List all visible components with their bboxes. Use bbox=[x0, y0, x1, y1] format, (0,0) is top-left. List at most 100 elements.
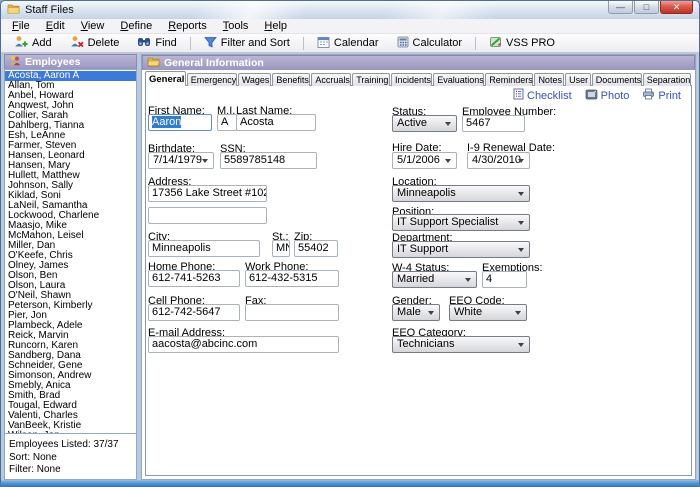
address-line2-field[interactable] bbox=[148, 207, 267, 224]
chevron-down-icon bbox=[465, 278, 471, 282]
chevron-down-icon bbox=[518, 159, 524, 163]
tab[interactable]: Separation bbox=[642, 73, 691, 86]
general-information-title: General Information bbox=[164, 57, 264, 69]
add-button[interactable]: Add bbox=[5, 34, 61, 52]
employee-number-field[interactable]: 5467 bbox=[462, 115, 525, 132]
address-line1-field[interactable]: 17356 Lake Street #102 bbox=[148, 185, 267, 202]
calendar-button[interactable]: Calendar bbox=[308, 34, 388, 52]
print-icon bbox=[642, 88, 655, 103]
delete-button[interactable]: Delete bbox=[61, 34, 129, 52]
tab[interactable]: Reminders bbox=[485, 73, 534, 86]
position-select[interactable]: IT Support Specialist bbox=[392, 214, 530, 231]
title-bar[interactable]: Staff Files — □ ✕ bbox=[1, 1, 699, 19]
toolbar-separator bbox=[189, 36, 191, 50]
birthdate-picker[interactable]: 7/14/1979 bbox=[148, 152, 214, 169]
chevron-down-icon bbox=[428, 311, 434, 315]
vss-pro-label: VSS PRO bbox=[506, 37, 555, 49]
i9-renewal-date-picker[interactable]: 4/30/2010 bbox=[467, 152, 530, 169]
tab[interactable]: Training bbox=[352, 73, 390, 86]
home-phone-field[interactable]: 612-741-5263 bbox=[148, 270, 240, 287]
first-name-field[interactable]: Aaron bbox=[148, 114, 212, 131]
toolbar-separator bbox=[302, 36, 304, 50]
toolbar-separator bbox=[475, 36, 477, 50]
window-controls: — □ ✕ bbox=[607, 1, 693, 14]
tab[interactable]: User bbox=[565, 73, 591, 86]
tab[interactable]: General bbox=[145, 71, 186, 86]
eeo-category-select[interactable]: Technicians bbox=[392, 336, 530, 353]
chevron-down-icon bbox=[518, 343, 524, 347]
chevron-down-icon bbox=[518, 248, 524, 252]
calculator-label: Calculator bbox=[412, 37, 463, 49]
vss-pro-button[interactable]: VSS PRO bbox=[480, 34, 564, 52]
tab[interactable]: Evaluations bbox=[433, 73, 485, 86]
vss-pro-icon bbox=[489, 36, 502, 51]
employee-list: Acosta, Aaron A Allan, Tom Anbel, Howard An… bbox=[4, 69, 137, 434]
checklist-icon bbox=[513, 88, 524, 103]
menu-item[interactable]: Edit bbox=[38, 20, 73, 32]
filter-status: Filter: None bbox=[9, 464, 61, 475]
calendar-label: Calendar bbox=[333, 37, 379, 49]
chevron-down-icon bbox=[445, 122, 451, 126]
find-label: Find bbox=[155, 37, 177, 49]
tab[interactable]: Benefits bbox=[272, 73, 311, 86]
email-field[interactable]: aacosta@abcinc.com bbox=[148, 336, 339, 353]
chevron-down-icon bbox=[202, 159, 208, 163]
tab[interactable]: Accruals bbox=[311, 73, 352, 86]
cell-phone-field[interactable]: 612-742-5647 bbox=[148, 304, 240, 321]
w4-status-select[interactable]: Married bbox=[392, 271, 477, 288]
checklist-label: Checklist bbox=[527, 89, 572, 102]
status-select[interactable]: Active bbox=[392, 115, 457, 132]
window-title: Staff Files bbox=[25, 4, 74, 16]
fax-field[interactable] bbox=[245, 304, 339, 321]
add-label: Add bbox=[32, 37, 52, 49]
menu-item[interactable]: Tools bbox=[215, 20, 257, 32]
checklist-link[interactable]: Checklist bbox=[513, 88, 572, 103]
photo-link[interactable]: Photo bbox=[585, 89, 629, 103]
menu-item[interactable]: File bbox=[4, 20, 38, 32]
ssn-field[interactable]: 5589785148 bbox=[220, 152, 317, 169]
employees-panel-header: Employees bbox=[4, 54, 137, 69]
tab[interactable]: Emergency bbox=[186, 73, 237, 86]
city-field[interactable]: Minneapolis bbox=[148, 240, 260, 257]
work-phone-field[interactable]: 612-432-5315 bbox=[245, 270, 339, 287]
menu-bar: File Edit View Define Reports Tools Help bbox=[1, 19, 699, 34]
menu-item[interactable]: Help bbox=[256, 20, 295, 32]
binoculars-icon bbox=[137, 36, 151, 51]
department-select[interactable]: IT Support bbox=[392, 241, 530, 258]
menu-item[interactable]: Reports bbox=[160, 20, 215, 32]
folder-open-icon bbox=[147, 56, 160, 70]
zip-field[interactable]: 55402 bbox=[294, 240, 338, 257]
mi-field[interactable]: A bbox=[217, 114, 237, 131]
add-person-icon bbox=[14, 35, 28, 51]
print-link[interactable]: Print bbox=[642, 88, 681, 103]
delete-person-icon bbox=[70, 35, 84, 51]
last-name-field[interactable]: Acosta bbox=[236, 114, 316, 131]
employees-listed-status: Employees Listed: 37/37 bbox=[9, 439, 119, 450]
filter-funnel-icon bbox=[203, 36, 217, 51]
filter-and-sort-label: Filter and Sort bbox=[220, 37, 290, 49]
window-bottom-frame bbox=[1, 480, 699, 486]
find-button[interactable]: Find bbox=[128, 34, 185, 52]
tab[interactable]: Documents bbox=[591, 73, 642, 86]
state-field[interactable]: MN bbox=[272, 240, 290, 257]
tab[interactable]: Notes bbox=[534, 73, 565, 86]
calculator-icon bbox=[397, 36, 409, 51]
gender-select[interactable]: Male bbox=[392, 304, 440, 321]
tab[interactable]: Incidents bbox=[390, 73, 433, 86]
panel-actions: Checklist Photo Print bbox=[513, 88, 681, 103]
location-select[interactable]: Minneapolis bbox=[392, 185, 530, 202]
minimize-button[interactable]: — bbox=[608, 1, 633, 14]
hire-date-picker[interactable]: 5/1/2006 bbox=[392, 152, 457, 169]
eeo-code-select[interactable]: White bbox=[449, 304, 527, 321]
exemptions-field[interactable]: 4 bbox=[482, 271, 527, 288]
maximize-button[interactable]: □ bbox=[634, 1, 659, 14]
workspace: Employees Acosta, Aaron A Allan, Tom Anbel… bbox=[1, 54, 699, 480]
general-information-header: General Information bbox=[142, 55, 695, 70]
menu-item[interactable]: View bbox=[73, 20, 113, 32]
menu-item[interactable]: Define bbox=[112, 20, 160, 32]
filter-and-sort-button[interactable]: Filter and Sort bbox=[195, 34, 299, 52]
calculator-button[interactable]: Calculator bbox=[388, 34, 472, 52]
tab[interactable]: Wages bbox=[237, 73, 272, 86]
print-label: Print bbox=[658, 89, 681, 102]
close-button[interactable]: ✕ bbox=[660, 1, 693, 14]
